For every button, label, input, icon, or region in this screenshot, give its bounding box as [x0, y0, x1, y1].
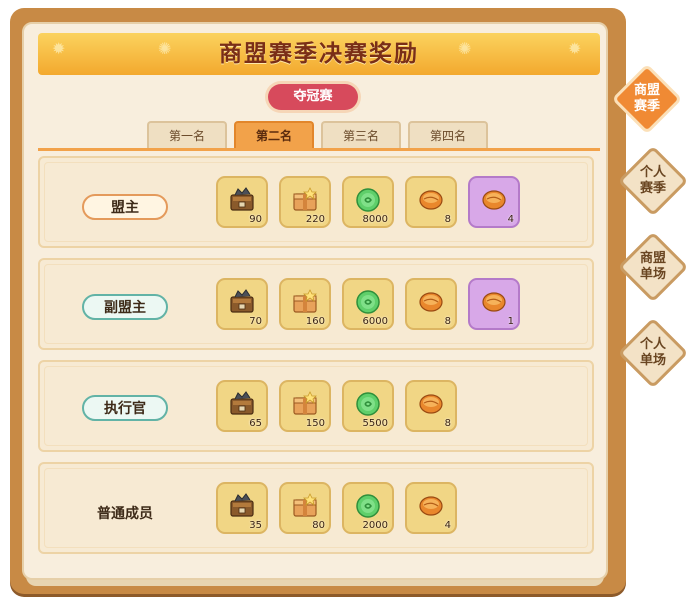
- crate-icon: [229, 390, 255, 416]
- item-count: 35: [249, 520, 262, 531]
- category-ribbon: 夺冠赛: [268, 84, 358, 110]
- item-count: 1: [507, 316, 514, 327]
- reward-item[interactable]: 4: [468, 176, 520, 228]
- item-count: 80: [312, 520, 325, 531]
- reward-item[interactable]: 8: [405, 380, 457, 432]
- item-count: 4: [444, 520, 451, 531]
- side-tab-label: 商盟 赛季: [633, 83, 660, 114]
- gift-box-icon: [292, 390, 318, 416]
- side-tab-label: 个人 单场: [639, 337, 666, 368]
- amber-stone-icon: [418, 390, 444, 416]
- reward-item[interactable]: 1: [468, 278, 520, 330]
- gift-box-icon: [292, 186, 318, 212]
- item-count: 160: [305, 316, 325, 327]
- side-tab-label: 个人 赛季: [639, 165, 666, 196]
- item-count: 6000: [362, 316, 388, 327]
- side-tab-alliance-match[interactable]: 商盟 单场: [617, 231, 689, 303]
- title-banner: ✹ ✺ ✺ ✹ 商盟赛季决赛奖励: [38, 33, 600, 75]
- item-count: 70: [249, 316, 262, 327]
- amber-stone-icon: [418, 186, 444, 212]
- item-count: 4: [507, 214, 514, 225]
- reward-item[interactable]: 8000: [342, 176, 394, 228]
- tab-second-place[interactable]: 第二名: [234, 121, 314, 149]
- tab-label: 第四名: [429, 129, 466, 143]
- reward-row: 盟主 90 220 8000 8 4: [38, 156, 594, 248]
- crate-icon: [229, 288, 255, 314]
- role-label: 普通成员: [97, 506, 153, 522]
- reward-row: 普通成员 35 80 2000 4: [38, 462, 594, 554]
- item-count: 90: [249, 214, 262, 225]
- reward-item[interactable]: 150: [279, 380, 331, 432]
- crate-icon: [229, 492, 255, 518]
- role-label: 执行官: [82, 395, 168, 421]
- item-count: 8: [444, 316, 451, 327]
- jade-coin-icon: [355, 288, 381, 314]
- item-count: 220: [305, 214, 325, 225]
- item-count: 65: [249, 418, 262, 429]
- tab-label: 第二名: [255, 129, 292, 143]
- tab-label: 第三名: [342, 129, 379, 143]
- page-title: 商盟赛季决赛奖励: [219, 41, 419, 67]
- reward-item[interactable]: 80: [279, 482, 331, 534]
- item-count: 2000: [362, 520, 388, 531]
- item-count: 8000: [362, 214, 388, 225]
- gift-box-icon: [292, 492, 318, 518]
- amber-stone-icon: [481, 186, 507, 212]
- jade-coin-icon: [355, 390, 381, 416]
- reward-item[interactable]: 2000: [342, 482, 394, 534]
- crate-icon: [229, 186, 255, 212]
- reward-item[interactable]: 8: [405, 278, 457, 330]
- item-count: 150: [305, 418, 325, 429]
- reward-item[interactable]: 220: [279, 176, 331, 228]
- amber-stone-icon: [418, 492, 444, 518]
- jade-coin-icon: [355, 492, 381, 518]
- reward-item[interactable]: 6000: [342, 278, 394, 330]
- tab-fourth-place[interactable]: 第四名: [408, 121, 488, 149]
- reward-item[interactable]: 5500: [342, 380, 394, 432]
- reward-item[interactable]: 35: [216, 482, 268, 534]
- tab-label: 第一名: [168, 129, 205, 143]
- amber-stone-icon: [481, 288, 507, 314]
- jade-coin-icon: [355, 186, 381, 212]
- gift-box-icon: [292, 288, 318, 314]
- tab-first-place[interactable]: 第一名: [147, 121, 227, 149]
- reward-item[interactable]: 4: [405, 482, 457, 534]
- side-tab-personal-match[interactable]: 个人 单场: [617, 317, 689, 389]
- reward-item[interactable]: 70: [216, 278, 268, 330]
- item-count: 8: [444, 214, 451, 225]
- role-label: 副盟主: [82, 294, 168, 320]
- side-tab-label: 商盟 单场: [639, 251, 666, 282]
- reward-item[interactable]: 8: [405, 176, 457, 228]
- side-tab-personal-season[interactable]: 个人 赛季: [617, 145, 689, 217]
- tab-third-place[interactable]: 第三名: [321, 121, 401, 149]
- ribbon-label: 夺冠赛: [293, 89, 333, 104]
- item-count: 5500: [362, 418, 388, 429]
- reward-row: 副盟主 70 160 6000 8 1: [38, 258, 594, 350]
- role-label: 盟主: [82, 194, 168, 220]
- reward-row: 执行官 65 150 5500 8: [38, 360, 594, 452]
- amber-stone-icon: [418, 288, 444, 314]
- reward-item[interactable]: 160: [279, 278, 331, 330]
- tab-underline: [38, 148, 600, 151]
- reward-item[interactable]: 90: [216, 176, 268, 228]
- side-tab-alliance-season[interactable]: 商盟 赛季: [611, 63, 683, 135]
- reward-item[interactable]: 65: [216, 380, 268, 432]
- item-count: 8: [444, 418, 451, 429]
